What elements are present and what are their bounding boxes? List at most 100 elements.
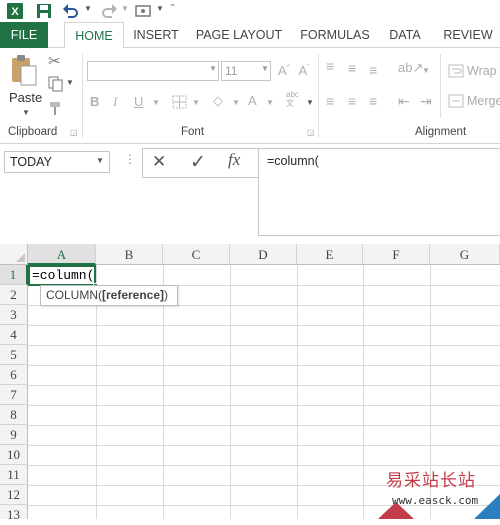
ribbon: Paste ▼ ✂ ▼ Clipboard ◲ ▼ 11 ▼ A^ Aˇ B I… [0, 48, 500, 144]
borders-dropdown-icon[interactable]: ▼ [192, 98, 200, 107]
column-header-a[interactable]: A [28, 244, 96, 265]
increase-indent-icon[interactable]: ⇥ [420, 93, 432, 110]
column-header-b[interactable]: B [96, 244, 163, 265]
tab-page-layout[interactable]: PAGE LAYOUT [192, 22, 286, 48]
touch-mode-icon[interactable] [134, 3, 154, 19]
undo-dropdown-icon[interactable]: ▼ [84, 4, 92, 13]
select-all-button[interactable] [0, 244, 28, 265]
cancel-icon[interactable]: ✕ [152, 152, 166, 172]
bottom-align-icon[interactable]: ≡ [369, 62, 377, 78]
font-launcher-icon[interactable]: ◲ [307, 128, 315, 137]
paste-dropdown-icon[interactable]: ▼ [22, 108, 30, 117]
row-header-4[interactable]: 4 [0, 325, 28, 345]
wrap-text-button[interactable]: Wrap [467, 64, 497, 78]
undo-icon[interactable] [62, 3, 80, 19]
row-header-8[interactable]: 8 [0, 405, 28, 425]
row-header-12[interactable]: 12 [0, 485, 28, 505]
tab-insert[interactable]: INSERT [130, 22, 182, 48]
active-cell-a1[interactable]: =column( [28, 265, 96, 286]
group-divider [440, 54, 441, 118]
row-header-1[interactable]: 1 [0, 265, 28, 285]
column-header-g[interactable]: G [430, 244, 500, 265]
paste-icon[interactable] [10, 54, 38, 88]
merge-center-button[interactable]: Merge [467, 94, 500, 108]
align-right-icon[interactable]: ≡ [369, 93, 377, 109]
watermark-title: 易采站长站 [386, 471, 476, 491]
tab-data[interactable]: DATA [384, 22, 426, 48]
middle-align-icon[interactable]: ≡ [348, 60, 356, 76]
paste-button[interactable]: Paste [9, 90, 42, 105]
column-header-d[interactable]: D [230, 244, 297, 265]
save-icon[interactable] [36, 3, 52, 19]
row-header-6[interactable]: 6 [0, 365, 28, 385]
tab-file[interactable]: FILE [0, 22, 48, 48]
decrease-indent-icon[interactable]: ⇤ [398, 93, 410, 110]
font-size-dropdown-icon[interactable]: ▼ [261, 64, 269, 73]
underline-button[interactable]: U [134, 94, 143, 109]
align-left-icon[interactable]: ≡ [326, 93, 334, 109]
font-name-dropdown-icon[interactable]: ▼ [209, 64, 217, 73]
row-header-5[interactable]: 5 [0, 345, 28, 365]
row-header-3[interactable]: 3 [0, 305, 28, 325]
top-align-icon[interactable]: ≡ [326, 58, 334, 74]
tooltip-argument: [reference] [102, 288, 165, 302]
row-header-7[interactable]: 7 [0, 385, 28, 405]
copy-icon[interactable] [48, 76, 64, 92]
group-divider [82, 54, 83, 138]
orientation-icon[interactable]: ab↗ [398, 60, 423, 76]
enter-icon[interactable]: ✓ [190, 151, 206, 174]
copy-dropdown-icon[interactable]: ▼ [66, 78, 74, 87]
quick-access-toolbar: X ▼ ▼ ▼ ⁼ [0, 0, 500, 22]
font-color-icon[interactable]: A [248, 93, 257, 108]
wrap-text-icon[interactable] [448, 64, 464, 78]
insert-function-icon[interactable]: fx [228, 150, 240, 170]
row-header-9[interactable]: 9 [0, 425, 28, 445]
merge-center-icon[interactable] [448, 94, 464, 108]
tab-home[interactable]: HOME [64, 22, 124, 49]
redo-dropdown-icon[interactable]: ▼ [121, 4, 129, 13]
tab-formulas[interactable]: FORMULAS [296, 22, 374, 48]
underline-dropdown-icon[interactable]: ▼ [152, 98, 160, 107]
formula-bar-grip-icon: ⋮ [124, 152, 136, 166]
formula-input[interactable]: =column( [258, 148, 500, 236]
fill-color-icon[interactable]: ◇ [213, 93, 223, 109]
function-tooltip: COLUMN([reference]) [40, 285, 178, 306]
phonetic-dropdown-icon[interactable]: ▼ [306, 98, 314, 107]
excel-logo-icon: X [7, 3, 23, 19]
align-center-icon[interactable]: ≡ [348, 93, 356, 109]
row-header-10[interactable]: 10 [0, 445, 28, 465]
tooltip-function-name[interactable]: COLUMN( [46, 288, 102, 302]
cut-icon[interactable]: ✂ [48, 52, 61, 70]
clipboard-launcher-icon[interactable]: ◲ [70, 128, 78, 137]
orientation-dropdown-icon[interactable]: ▼ [422, 66, 430, 75]
row-header-11[interactable]: 11 [0, 465, 28, 485]
redo-icon[interactable] [100, 3, 118, 19]
watermark: 易采站长站 www.easck.com [378, 464, 500, 519]
italic-button[interactable]: I [113, 94, 117, 110]
column-header-f[interactable]: F [363, 244, 430, 265]
name-box[interactable]: TODAY [4, 151, 110, 173]
ribbon-tabs: FILE HOME INSERT PAGE LAYOUT FORMULAS DA… [0, 22, 500, 49]
customize-qat-icon[interactable]: ⁼ [170, 2, 175, 13]
cell-a1-text: =column( [32, 268, 95, 283]
name-box-dropdown-icon[interactable]: ▼ [96, 156, 104, 165]
shrink-font-icon[interactable]: Aˇ [296, 63, 312, 78]
row-header-13[interactable]: 13 [0, 505, 28, 522]
group-divider [318, 54, 319, 138]
column-header-e[interactable]: E [297, 244, 363, 265]
font-name-combo[interactable] [87, 61, 219, 81]
touch-dropdown-icon[interactable]: ▼ [156, 4, 164, 13]
grow-font-icon[interactable]: A^ [276, 63, 292, 78]
font-group-label: Font [181, 126, 205, 138]
column-header-c[interactable]: C [163, 244, 230, 265]
formula-text: =column( [267, 154, 319, 168]
borders-icon[interactable] [172, 95, 188, 109]
tab-review[interactable]: REVIEW [440, 22, 496, 48]
format-painter-icon[interactable] [48, 100, 64, 116]
alignment-group-label: Alignment [415, 126, 467, 138]
row-header-2[interactable]: 2 [0, 285, 28, 305]
font-color-dropdown-icon[interactable]: ▼ [266, 98, 274, 107]
fill-color-dropdown-icon[interactable]: ▼ [232, 98, 240, 107]
bold-button[interactable]: B [90, 94, 99, 109]
phonetic-icon[interactable]: abc 文 [286, 90, 299, 108]
